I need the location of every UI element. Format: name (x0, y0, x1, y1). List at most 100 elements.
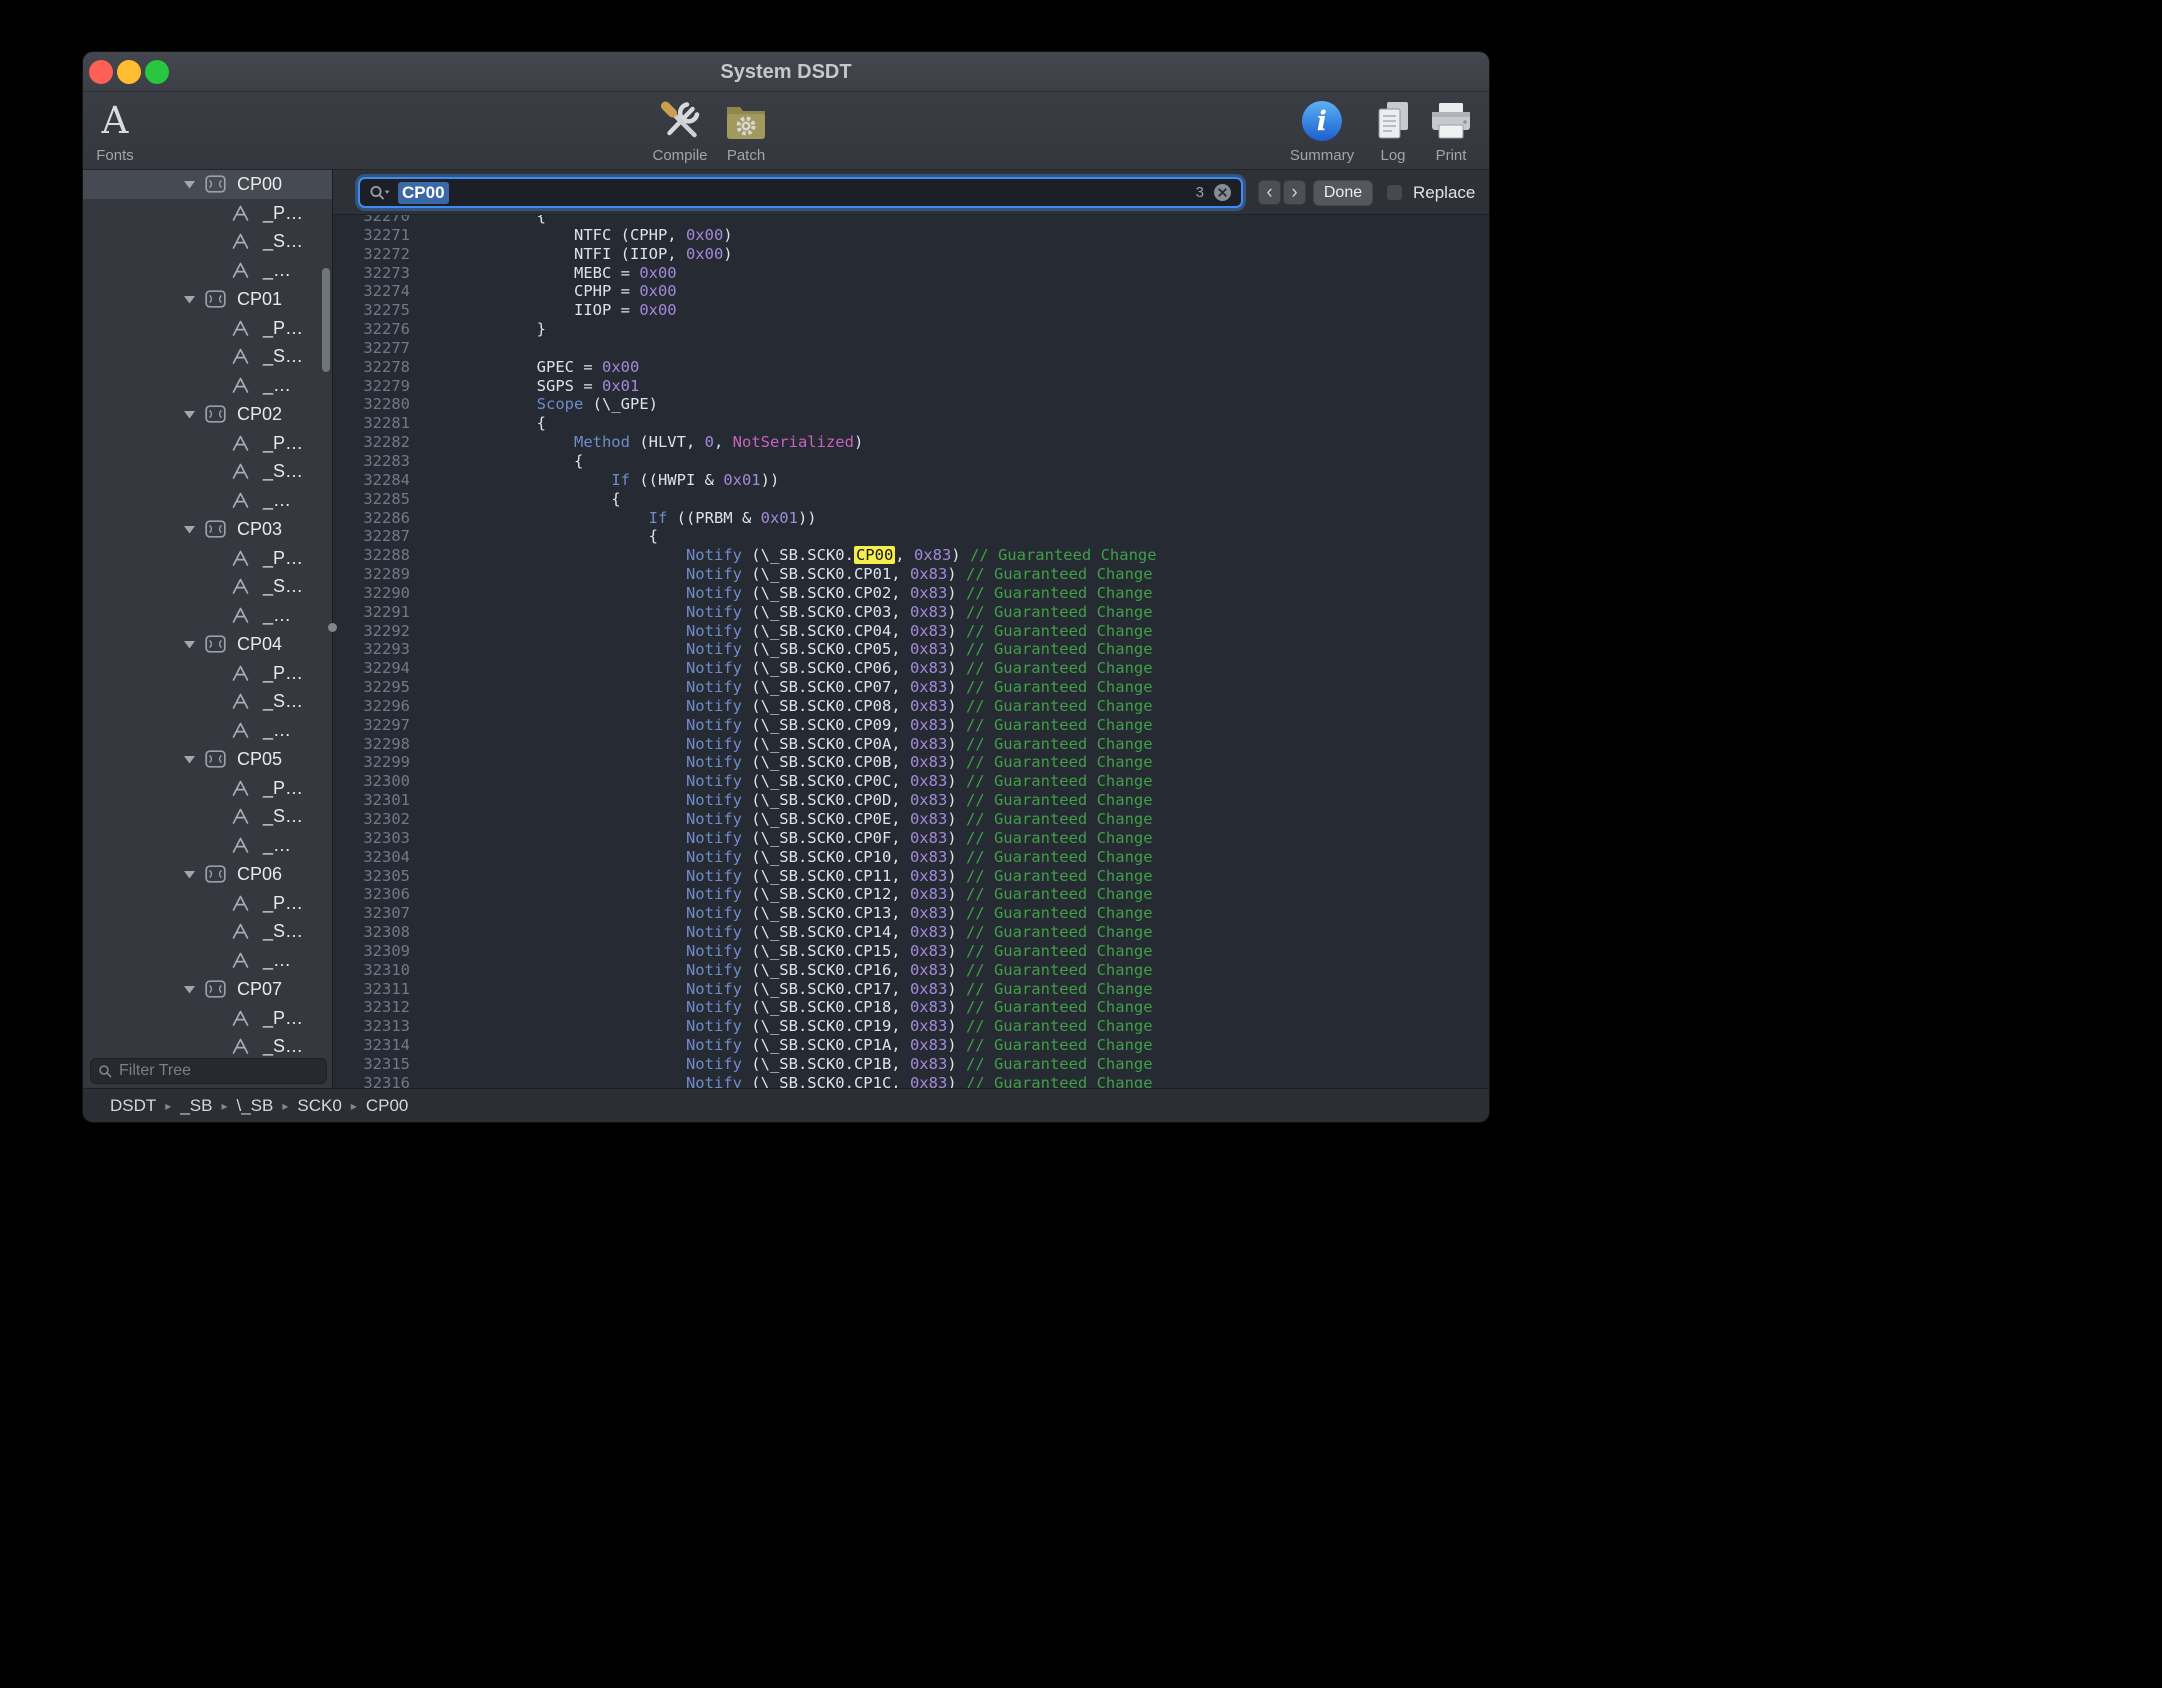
find-next-button[interactable]: › (1283, 180, 1306, 205)
code-line: 32288 Notify (\_SB.SCK0.CP00, 0x83) // G… (333, 546, 1489, 565)
tree-item-child[interactable]: _P… (83, 314, 332, 343)
breadcrumb-item[interactable]: CP00 (366, 1096, 409, 1116)
log-button[interactable]: Log (1371, 97, 1415, 164)
disclosure-triangle-icon[interactable] (183, 524, 197, 534)
tree-item-child[interactable]: _S… (83, 228, 332, 257)
title-bar[interactable]: System DSDT (83, 52, 1489, 92)
code-text: Notify (\_SB.SCK0.CP15, 0x83) // Guarant… (462, 942, 1153, 961)
tree-item-child[interactable]: _S… (83, 1033, 332, 1057)
line-number: 32311 (333, 980, 410, 999)
split-handle[interactable] (328, 623, 337, 632)
tree-item-child[interactable]: _… (83, 256, 332, 285)
line-number: 32281 (333, 414, 410, 433)
line-number: 32286 (333, 509, 410, 528)
tree-item-child[interactable]: _P… (83, 1004, 332, 1033)
minimize-button[interactable] (117, 60, 141, 84)
tree-item-child[interactable]: _… (83, 946, 332, 975)
tree-item-child[interactable]: _P… (83, 659, 332, 688)
tree-item-label: _P… (263, 548, 303, 569)
tree-item-child[interactable]: _… (83, 486, 332, 515)
code-line: 32310 Notify (\_SB.SCK0.CP16, 0x83) // G… (333, 961, 1489, 980)
tree-item-child[interactable]: _P… (83, 889, 332, 918)
line-number: 32313 (333, 1017, 410, 1036)
tree-item-child[interactable]: _… (83, 831, 332, 860)
tree-item-label: _P… (263, 663, 303, 684)
breadcrumb-item[interactable]: \_SB (236, 1096, 273, 1116)
code-line: 32309 Notify (\_SB.SCK0.CP15, 0x83) // G… (333, 942, 1489, 961)
tree-item-child[interactable]: _S… (83, 803, 332, 832)
tree-item-child[interactable]: _P… (83, 199, 332, 228)
disclosure-triangle-icon[interactable] (183, 869, 197, 879)
method-icon (231, 779, 250, 798)
fonts-button[interactable]: A Fonts (96, 97, 134, 164)
code-line: 32287 { (333, 527, 1489, 546)
zoom-button[interactable] (145, 60, 169, 84)
breadcrumb-item[interactable]: SCK0 (297, 1096, 341, 1116)
summary-button[interactable]: i Summary (1290, 97, 1354, 164)
tree-item-child[interactable]: _S… (83, 573, 332, 602)
tree-item-cp06[interactable]: CP06 (83, 860, 332, 889)
compile-button[interactable]: Compile (652, 97, 707, 164)
code-text: Notify (\_SB.SCK0.CP1C, 0x83) // Guarant… (462, 1074, 1153, 1088)
search-field[interactable]: CP00 3 (358, 177, 1243, 208)
tree-item-cp05[interactable]: CP05 (83, 745, 332, 774)
done-button[interactable]: Done (1313, 180, 1373, 206)
tree-item-cp00[interactable]: CP00 (83, 170, 332, 199)
print-button[interactable]: Print (1428, 97, 1474, 164)
log-label: Log (1380, 147, 1405, 164)
tree-item-cp02[interactable]: CP02 (83, 400, 332, 429)
disclosure-triangle-icon[interactable] (183, 984, 197, 994)
code-line: 32270 { (333, 215, 1489, 226)
tree-item-cp04[interactable]: CP04 (83, 630, 332, 659)
fonts-label: Fonts (96, 147, 134, 164)
scope-icon (205, 520, 226, 538)
disclosure-triangle-icon[interactable] (183, 754, 197, 764)
tree-item-cp03[interactable]: CP03 (83, 515, 332, 544)
line-number: 32302 (333, 810, 410, 829)
filter-field[interactable] (90, 1058, 327, 1084)
disclosure-triangle-icon[interactable] (183, 409, 197, 419)
replace-checkbox[interactable] (1386, 184, 1403, 201)
line-number: 32280 (333, 395, 410, 414)
breadcrumb-item[interactable]: _SB (180, 1096, 212, 1116)
breadcrumb-item[interactable]: DSDT (110, 1096, 156, 1116)
code-line: 32272 NTFI (IIOP, 0x00) (333, 245, 1489, 264)
search-icon[interactable] (369, 184, 391, 201)
patch-button[interactable]: Patch (723, 97, 769, 164)
find-navigation: ‹ › (1258, 180, 1306, 205)
close-button[interactable] (89, 60, 113, 84)
disclosure-triangle-icon[interactable] (183, 179, 197, 189)
tree-item-child[interactable]: _… (83, 601, 332, 630)
line-number: 32295 (333, 678, 410, 697)
code-text: Scope (\_GPE) (462, 395, 658, 414)
tree-item-child[interactable]: _P… (83, 544, 332, 573)
summary-label: Summary (1290, 147, 1354, 164)
code-line: 32302 Notify (\_SB.SCK0.CP0E, 0x83) // G… (333, 810, 1489, 829)
line-number: 32305 (333, 867, 410, 886)
search-query[interactable]: CP00 (398, 182, 449, 204)
tree-item-child[interactable]: _S… (83, 918, 332, 947)
disclosure-triangle-icon[interactable] (183, 294, 197, 304)
code-line: 32303 Notify (\_SB.SCK0.CP0F, 0x83) // G… (333, 829, 1489, 848)
tree-item-child[interactable]: _P… (83, 774, 332, 803)
tree-item-label: _… (263, 835, 291, 856)
clear-icon[interactable] (1213, 183, 1232, 202)
tree-item-child[interactable]: _P… (83, 429, 332, 458)
filter-input[interactable] (119, 1062, 326, 1080)
sidebar-scrollbar[interactable] (322, 268, 330, 372)
disclosure-triangle-icon[interactable] (183, 639, 197, 649)
code-line: 32311 Notify (\_SB.SCK0.CP17, 0x83) // G… (333, 980, 1489, 999)
find-previous-button[interactable]: ‹ (1258, 180, 1281, 205)
tree-item-child[interactable]: _S… (83, 688, 332, 717)
line-number: 32314 (333, 1036, 410, 1055)
tree-item-child[interactable]: _S… (83, 458, 332, 487)
tree-item-child[interactable]: _… (83, 716, 332, 745)
code-text: Notify (\_SB.SCK0.CP08, 0x83) // Guarant… (462, 697, 1153, 716)
code-line: 32285 { (333, 490, 1489, 509)
tree-item-child[interactable]: _S… (83, 343, 332, 372)
code-editor[interactable]: 32270 {32271 NTFC (CPHP, 0x00)32272 NTFI… (333, 215, 1489, 1088)
code-text: Notify (\_SB.SCK0.CP00, 0x83) // Guarant… (462, 546, 1157, 565)
tree-item-cp01[interactable]: CP01 (83, 285, 332, 314)
tree-item-child[interactable]: _… (83, 371, 332, 400)
tree-item-cp07[interactable]: CP07 (83, 975, 332, 1004)
